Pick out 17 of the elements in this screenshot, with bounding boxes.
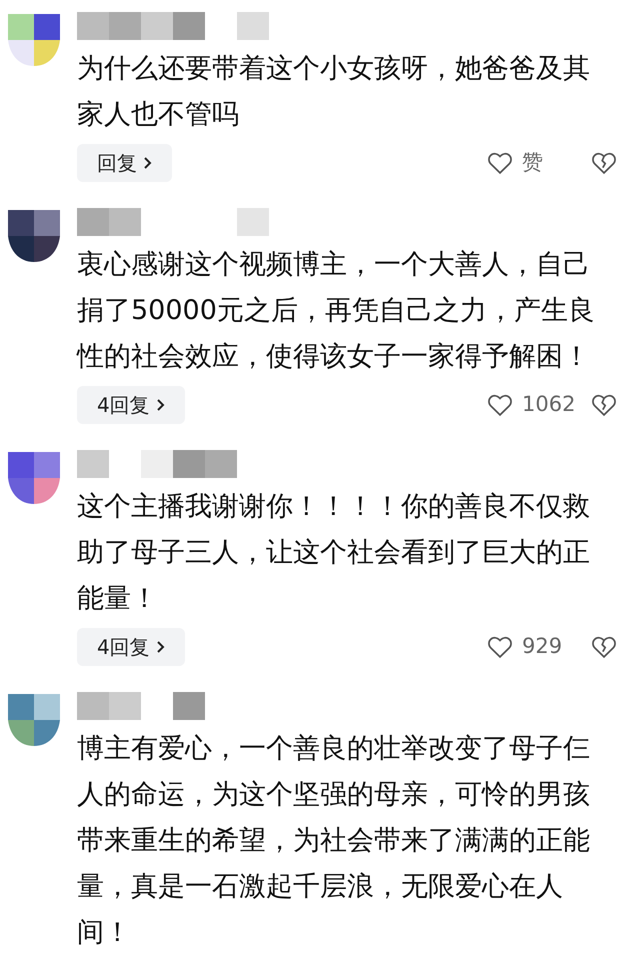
reply-button[interactable]: 回复 (77, 144, 172, 182)
avatar-drawing (8, 14, 60, 66)
avatar-drawing (8, 210, 60, 262)
comment-text: 为什么还要带着这个小女孩呀，她爸爸及其家人也不管吗 (77, 52, 591, 132)
comment-text: 这个主播我谢谢你！！！！你的善良不仅救助了母子三人，让这个社会看到了巨大的正能量！ (77, 490, 591, 616)
reply-button[interactable]: 4回复 (77, 628, 185, 666)
avatar-drawing (8, 452, 60, 504)
chevron-icon (143, 156, 152, 170)
comment-text: 衷心感谢这个视频博主，一个大善人，自己捐了50000元之后，再凭自己之力，产生良性的社会效应，使得该女子一家得予解困！ (77, 248, 596, 374)
chevron-icon (156, 640, 165, 654)
like-count: 1062 (522, 391, 576, 418)
chevron-icon (156, 398, 165, 412)
like-count: 赞 (522, 149, 544, 176)
like-count: 929 (522, 633, 564, 660)
avatar-drawing (8, 694, 60, 746)
reply-button[interactable]: 4回复 (77, 386, 185, 424)
comment-text: 博主有爱心，一个善良的壮举改变了母子仨人的命运，为这个坚强的母亲，可怜的男孩带来重生的希望，为社会带来了满满的正能量，真是一石激起千层浪，无限爱心在人间！ (77, 732, 591, 950)
